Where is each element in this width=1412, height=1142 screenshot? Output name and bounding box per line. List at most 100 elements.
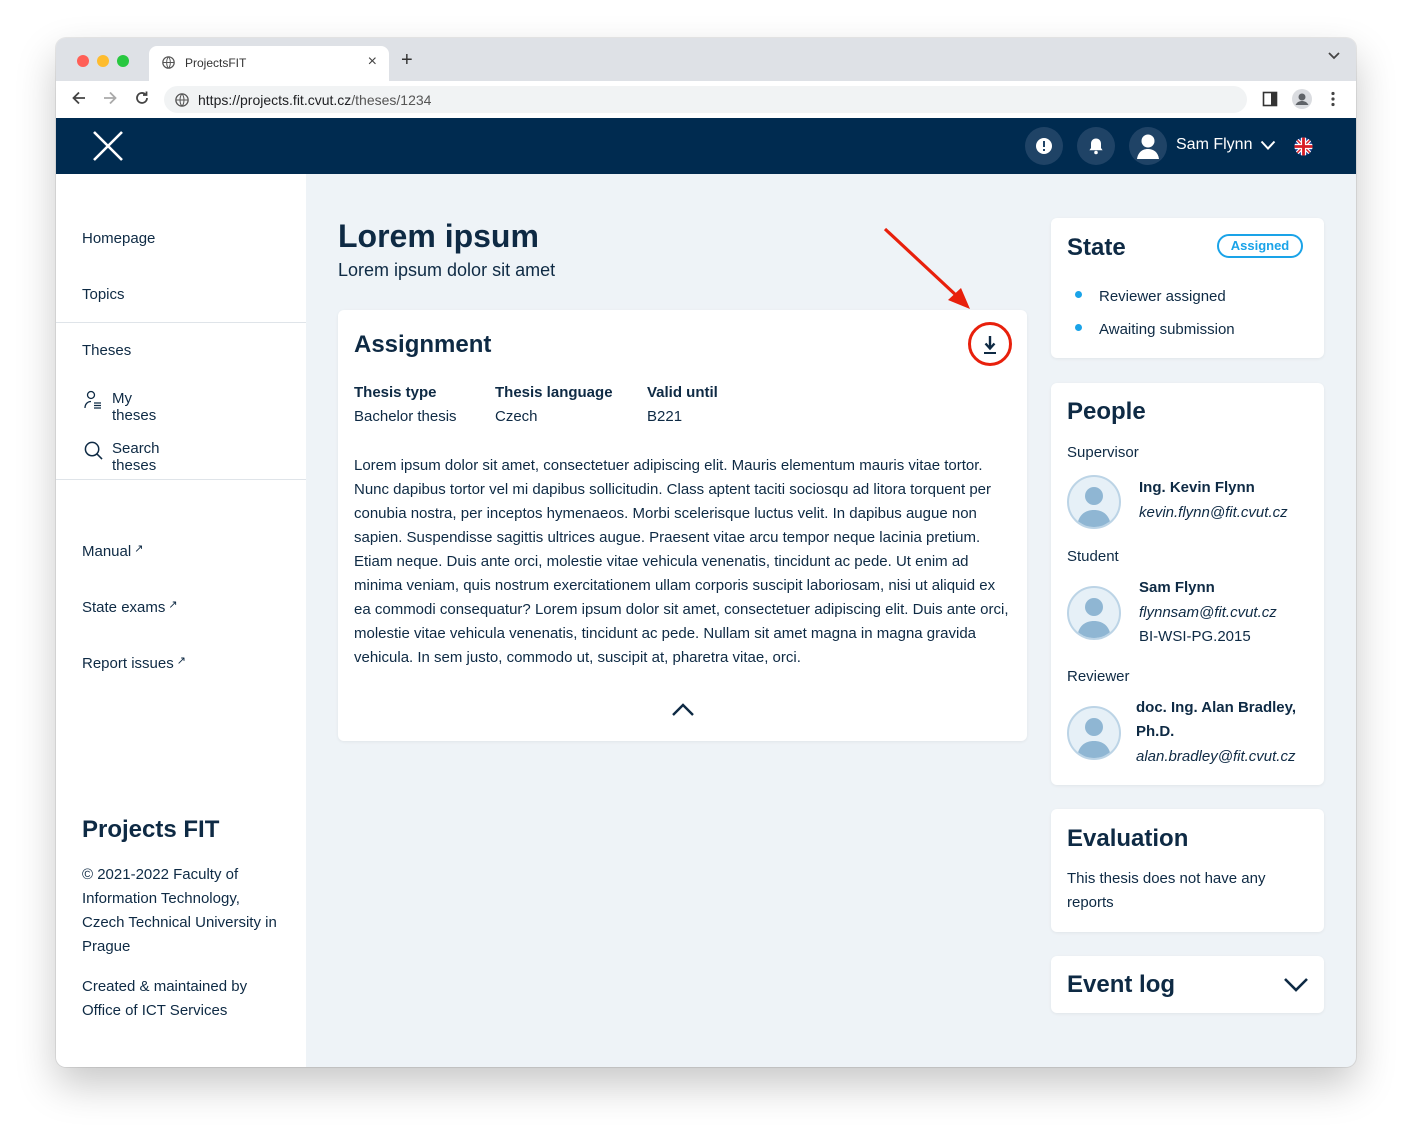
thesis-language-value: Czech — [495, 408, 538, 425]
side-panel-icon[interactable] — [1262, 91, 1278, 107]
url-host: https://projects.fit.cvut.cz — [198, 92, 352, 108]
sidebar-item-homepage[interactable]: Homepage — [82, 230, 155, 247]
reviewer-name-suffix: Ph.D. — [1136, 723, 1175, 740]
zoom-window-button[interactable] — [117, 55, 129, 67]
avatar — [1067, 706, 1121, 760]
reviewer-name: doc. Ing. Alan Bradley, — [1136, 699, 1297, 716]
url-text: https://projects.fit.cvut.cz/theses/1234 — [198, 92, 431, 108]
browser-tab[interactable]: ProjectsFIT × — [149, 46, 389, 81]
evaluation-heading: Evaluation — [1067, 825, 1189, 852]
supervisor-name: Ing. Kevin Flynn — [1139, 479, 1255, 496]
assignment-heading: Assignment — [354, 331, 492, 358]
report-alert-button[interactable] — [1025, 127, 1063, 165]
reload-icon[interactable] — [133, 89, 151, 107]
person-placeholder-icon — [1077, 598, 1111, 638]
footer-maintained: Created & maintained by Office of ICT Se… — [82, 978, 248, 1019]
sidebar-link-label: State exams — [82, 599, 166, 616]
tab-title: ProjectsFIT — [185, 56, 247, 70]
external-link-icon: ↗ — [176, 655, 186, 667]
people-heading: People — [1067, 398, 1146, 425]
person-list-icon — [84, 390, 101, 409]
new-tab-button[interactable]: + — [401, 49, 413, 72]
sidebar-divider — [56, 322, 306, 323]
globe-icon — [162, 56, 175, 69]
sidebar-item-theses[interactable]: Theses — [82, 342, 131, 359]
annotation-arrow-icon — [883, 227, 970, 309]
footer-copyright: © 2021-2022 Faculty of Information Techn… — [82, 866, 277, 955]
url-path: /theses/1234 — [351, 92, 432, 108]
site-header: Sam Flynn — [56, 118, 1356, 174]
bullet-icon — [1075, 291, 1082, 298]
sidebar-item-label: My theses — [112, 390, 157, 424]
forward-icon[interactable] — [101, 89, 119, 107]
student-name: Sam Flynn — [1139, 579, 1215, 596]
thesis-type-value: Bachelor thesis — [354, 408, 457, 425]
state-card: State Assigned Reviewer assigned Awaitin… — [1051, 218, 1324, 358]
minimize-window-button[interactable] — [97, 55, 109, 67]
reviewer-email[interactable]: alan.bradley@fit.cvut.cz — [1136, 748, 1295, 765]
sidebar-link-report-issues[interactable]: Report issues ↗ — [82, 654, 186, 672]
site-info-icon[interactable] — [175, 93, 189, 107]
user-name[interactable]: Sam Flynn — [1176, 136, 1252, 154]
assignment-card: Assignment Thesis type Bachelor thesis T… — [338, 310, 1027, 741]
thesis-language-label: Thesis language — [495, 384, 613, 401]
evaluation-card: Evaluation This thesis does not have any… — [1051, 809, 1324, 932]
event-log-heading: Event log — [1067, 971, 1176, 998]
search-icon — [84, 441, 103, 460]
chevron-up-icon[interactable] — [671, 703, 695, 717]
sidebar-link-manual[interactable]: Manual ↗ — [82, 542, 143, 560]
close-window-button[interactable] — [77, 55, 89, 67]
download-icon[interactable] — [982, 335, 998, 355]
assignment-text: Lorem ipsum dolor sit amet, consectetuer… — [354, 457, 1009, 666]
sidebar: Homepage Topics Theses My theses Search … — [56, 174, 306, 1067]
student-role: Student — [1067, 548, 1119, 565]
user-avatar-icon — [1137, 134, 1159, 159]
external-link-icon: ↗ — [168, 599, 178, 611]
person-placeholder-icon — [1077, 487, 1111, 527]
sidebar-link-label: Report issues — [82, 655, 174, 672]
sidebar-link-state-exams[interactable]: State exams ↗ — [82, 598, 178, 616]
footer-brand: Projects FIT — [82, 816, 220, 843]
alert-icon — [1036, 138, 1052, 154]
page-title: Lorem ipsum — [338, 218, 539, 254]
supervisor-email[interactable]: kevin.flynn@fit.cvut.cz — [1139, 504, 1288, 521]
valid-until-value: B221 — [647, 408, 683, 425]
page-subtitle: Lorem ipsum dolor sit amet — [338, 260, 556, 280]
student-email[interactable]: flynnsam@fit.cvut.cz — [1139, 604, 1277, 621]
close-tab-icon[interactable]: × — [368, 53, 377, 71]
sidebar-divider — [56, 479, 306, 480]
person-placeholder-icon — [1077, 718, 1111, 758]
status-badge: Assigned — [1217, 234, 1303, 258]
people-card: People Supervisor Ing. Kevin Flynn kevin… — [1051, 383, 1324, 785]
tab-search-chevron-icon[interactable] — [1328, 52, 1340, 60]
chevron-down-icon[interactable] — [1283, 977, 1309, 993]
state-item: Reviewer assigned — [1099, 288, 1226, 305]
thesis-type-label: Thesis type — [354, 384, 437, 401]
fit-logo-icon[interactable] — [92, 130, 124, 162]
state-item: Awaiting submission — [1099, 321, 1235, 338]
avatar — [1067, 586, 1121, 640]
browser-window: ProjectsFIT × + https://projects.fit.cvu… — [56, 38, 1356, 1067]
back-icon[interactable] — [70, 89, 88, 107]
bell-icon — [1089, 138, 1103, 155]
tab-bar: ProjectsFIT × + — [56, 38, 1356, 81]
more-options-icon[interactable] — [1330, 91, 1336, 107]
student-study-program: BI-WSI-PG.2015 — [1139, 628, 1251, 645]
state-heading: State — [1067, 234, 1126, 261]
url-field[interactable]: https://projects.fit.cvut.cz/theses/1234 — [164, 86, 1247, 113]
chevron-down-icon[interactable] — [1260, 140, 1276, 151]
supervisor-role: Supervisor — [1067, 444, 1139, 461]
sidebar-link-label: Manual — [82, 543, 132, 560]
notifications-button[interactable] — [1077, 127, 1115, 165]
reviewer-role: Reviewer — [1067, 668, 1130, 685]
profile-icon[interactable] — [1291, 88, 1313, 110]
uk-flag-icon[interactable] — [1294, 137, 1313, 156]
valid-until-label: Valid until — [647, 384, 718, 401]
sidebar-item-label: Search theses — [112, 440, 160, 474]
user-avatar[interactable] — [1129, 127, 1167, 165]
event-log-card[interactable]: Event log — [1051, 956, 1324, 1013]
bullet-icon — [1075, 324, 1082, 331]
sidebar-item-topics[interactable]: Topics — [82, 286, 125, 303]
address-bar: https://projects.fit.cvut.cz/theses/1234 — [56, 81, 1356, 119]
evaluation-text: This thesis does not have any reports — [1067, 870, 1266, 911]
